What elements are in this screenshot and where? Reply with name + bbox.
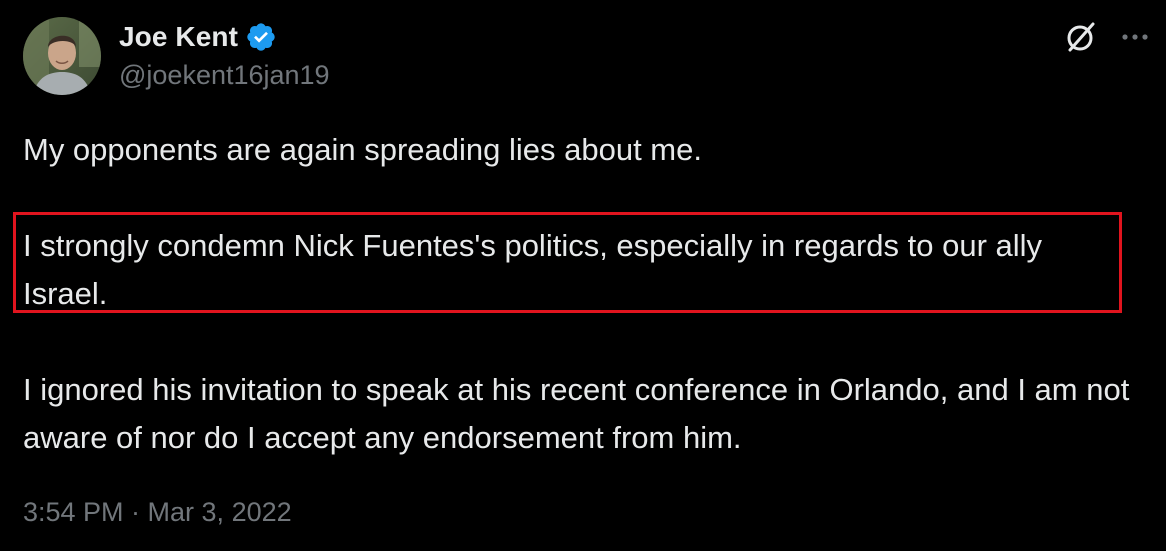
tweet-paragraph-3: I ignored his invitation to speak at his…: [23, 372, 1130, 455]
tweet-timestamp[interactable]: 3:54 PM · Mar 3, 2022: [23, 497, 292, 528]
grok-icon[interactable]: [1062, 18, 1100, 56]
tweet-paragraph-1: My opponents are again spreading lies ab…: [23, 132, 702, 167]
tweet-card: Joe Kent @joekent16jan19 My opponents ar…: [0, 0, 1166, 551]
more-options-icon[interactable]: [1117, 22, 1153, 52]
author-display-name[interactable]: Joe Kent: [119, 21, 238, 53]
author-avatar[interactable]: [23, 17, 101, 95]
verified-badge-icon: [245, 21, 277, 53]
author-name-row: Joe Kent: [119, 19, 277, 55]
tweet-paragraph-2: I strongly condemn Nick Fuentes's politi…: [23, 228, 1043, 311]
author-handle[interactable]: @joekent16jan19: [119, 60, 330, 91]
avatar-photo-icon: [23, 17, 101, 95]
